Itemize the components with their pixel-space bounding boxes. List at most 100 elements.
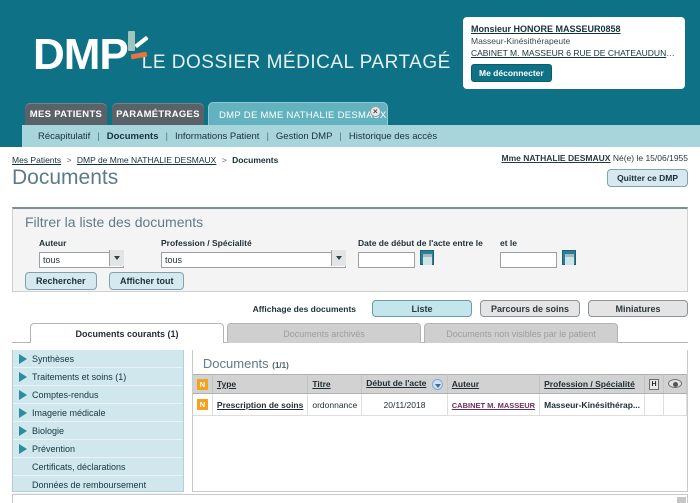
documents-table-body: N Prescription de soins ordonnance 20/11… [192,393,687,416]
submenu-item-historique-acces[interactable]: Historique des accès [349,131,437,142]
display-mode-miniatures[interactable]: Miniatures [588,300,688,317]
patient-summary: Mme NATHALIE DESMAUX Né(e) le 15/06/1955 [502,153,688,163]
sidebar-item-prevention[interactable]: Prévention [13,440,183,458]
sidebar-item-comptes-rendus[interactable]: Comptes-rendus [13,386,183,404]
column-debut-acte-link[interactable]: Début de l'acte [366,378,426,388]
close-icon[interactable]: × [370,106,381,117]
filter-panel-title: Filtrer la liste des documents [25,214,204,230]
patient-birth-date: 15/06/1955 [645,153,688,163]
triangle-right-icon [19,407,27,418]
column-profession: Profession / Spécialité [539,374,645,394]
breadcrumb-item-dmp-patient[interactable]: DMP de Mme NATHALIE DESMAUX [77,155,217,165]
patient-name: Mme NATHALIE DESMAUX [501,153,611,163]
tab-documents-courants[interactable]: Documents courants (1) [30,323,224,343]
logo-tagline: LE DOSSIER MÉDICAL PARTAGÉ [141,52,451,73]
user-name[interactable]: Monsieur HONORE MASSEUR0858 [471,23,677,35]
column-titre: Titre [307,374,363,394]
documents-count: (1/1) [272,361,289,370]
sidebar-item-label: Imagerie médicale [32,407,106,418]
date-from-input[interactable] [358,252,415,268]
calendar-icon[interactable] [562,250,577,265]
sidebar-item-certificats-declarations[interactable]: Certificats, déclarations [13,458,183,476]
document-author-link[interactable]: CABINET M. MASSEUR [452,401,535,410]
column-type-link[interactable]: Type [217,379,236,389]
documents-table-head: N Type Titre Début de l'acte Auteur Prof… [192,374,687,394]
sidebar-item-syntheses[interactable]: Synthèses [13,350,183,368]
profession-select-wrap: tous [161,250,346,268]
dmp-logo: DMP LE DOSSIER MÉDICAL PARTAGÉ [33,31,451,77]
submenu-item-gestion-dmp[interactable]: Gestion DMP [276,131,333,142]
author-select-wrap: tous [39,250,124,268]
tab-dmp-patient-label: DMP DE MME NATHALIE DESMAUX [219,109,387,121]
cell-titre: ordonnance [307,393,363,416]
documents-content: Synthèses Traitements et soins (1) Compt… [12,350,688,494]
column-profession-link[interactable]: Profession / Spécialité [544,379,635,389]
table-row[interactable]: N Prescription de soins ordonnance 20/11… [192,393,687,416]
triangle-right-icon [19,425,27,436]
submenu-separator: | [266,130,269,142]
tab-documents-non-visibles: Documents non visibles par le patient [424,323,618,343]
breadcrumb-item-documents: Documents [232,155,279,165]
breadcrumb-item-mes-patients[interactable]: Mes Patients [12,155,61,165]
breadcrumb-title-row: Mes Patients > DMP de Mme NATHALIE DESMA… [0,147,700,202]
documents-table: N Type Titre Début de l'acte Auteur Prof… [192,374,687,416]
submenu-item-informations-patient[interactable]: Informations Patient [175,131,260,142]
category-sidebar: Synthèses Traitements et soins (1) Compt… [12,350,184,494]
submenu-item-recapitulatif[interactable]: Récapitulatif [38,131,90,142]
sidebar-item-traitements-et-soins[interactable]: Traitements et soins (1) [13,368,183,386]
calendar-icon[interactable] [420,250,435,265]
eye-icon[interactable] [668,378,682,388]
show-all-button[interactable]: Afficher tout [108,272,185,290]
cell-history[interactable] [644,393,664,416]
column-type: Type [212,374,309,394]
main-tabbar: MES PATIENTS PARAMÉTRAGES DMP DE MME NAT… [0,100,700,127]
tab-documents-archives: Documents archivés [227,323,421,343]
display-mode-liste[interactable]: Liste [372,300,472,317]
sidebar-item-label: Prévention [32,443,76,454]
documents-panel-title: Documents (1/1) [193,350,687,374]
quit-dmp-button[interactable]: Quitter ce DMP [607,169,688,187]
logout-button[interactable]: Me déconnecter [471,64,552,82]
column-auteur-link[interactable]: Auteur [452,379,479,389]
sidebar-item-imagerie-medicale[interactable]: Imagerie médicale [13,404,183,422]
submenu-separator: | [97,130,100,142]
breadcrumb-separator: > [221,155,227,165]
scrollbar-thumb[interactable] [677,497,686,503]
date-to-input[interactable] [500,252,557,268]
column-auteur: Auteur [447,374,541,394]
app-header: DMP LE DOSSIER MÉDICAL PARTAGÉ Monsieur … [0,0,700,100]
user-info-box: Monsieur HONORE MASSEUR0858 Masseur-Kiné… [463,17,685,89]
sidebar-item-label: Certificats, déclarations [32,461,126,472]
sidebar-item-biologie[interactable]: Biologie [13,422,183,440]
tab-dmp-patient[interactable]: DMP DE MME NATHALIE DESMAUX × [208,102,388,127]
submenu-separator: | [165,130,168,142]
filter-date-from-label: Date de début de l'acte entre le [358,238,483,248]
triangle-right-icon [19,371,27,382]
cell-visibility[interactable] [663,393,687,416]
sidebar-item-label: Biologie [32,425,65,436]
filter-date-to-label: et le [500,238,518,248]
author-select[interactable]: tous [39,252,124,268]
cell-auteur: CABINET M. MASSEUR [447,393,541,416]
tab-mes-patients[interactable]: MES PATIENTS [25,103,107,125]
history-icon[interactable]: H [649,379,659,390]
sidebar-item-donnees-de-remboursement[interactable]: Données de remboursement [13,476,183,494]
breadcrumb-separator: > [66,155,72,165]
filter-panel: Filtrer la liste des documents Auteur to… [12,207,688,292]
display-mode-parcours-de-soins[interactable]: Parcours de soins [480,300,580,317]
column-titre-link[interactable]: Titre [312,379,330,389]
tab-parametrages[interactable]: PARAMÉTRAGES [112,103,204,125]
triangle-right-icon [19,443,27,454]
patient-birth-label: Né(e) le [612,153,644,163]
search-button[interactable]: Rechercher [25,272,97,290]
profession-select[interactable]: tous [161,252,346,268]
column-new: N [192,374,213,394]
new-badge-header: N [196,378,208,390]
document-type-link[interactable]: Prescription de soins [217,400,303,410]
submenu-item-documents[interactable]: Documents [107,131,159,142]
column-visibility [663,374,687,394]
documents-tabs: Documents courants (1) Documents archivé… [12,323,688,343]
user-address[interactable]: CABINET M. MASSEUR 6 RUE DE CHATEAUDUN 7… [471,47,677,59]
documents-panel: Documents (1/1) N Type Titre Début de l'… [191,350,688,492]
sort-descending-icon[interactable] [431,378,443,390]
